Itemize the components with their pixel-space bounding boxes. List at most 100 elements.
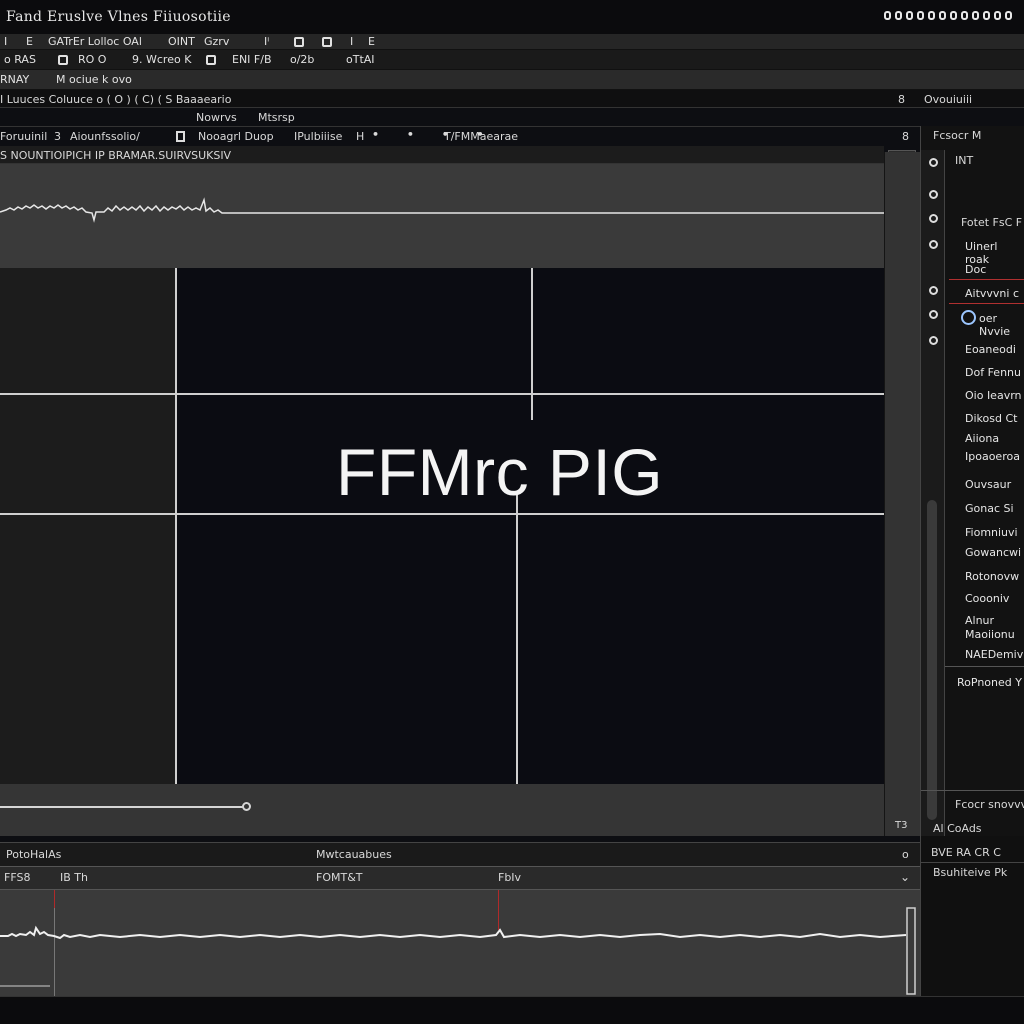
breadcrumb-label[interactable]: Ovouiuiii xyxy=(924,93,972,106)
dot-icon[interactable] xyxy=(929,336,938,345)
scrubber-handle[interactable] xyxy=(242,802,251,811)
dot-icon[interactable] xyxy=(929,286,938,295)
panel-button[interactable]: Fcocr snovvv xyxy=(955,798,1024,811)
panel-title: Fotet FsC F xyxy=(961,216,1023,229)
radio-button[interactable] xyxy=(961,310,976,325)
toolbar-item[interactable]: T/FMMaearae xyxy=(444,130,518,143)
side-header: BVE RA CR C xyxy=(931,846,1001,859)
panel-item[interactable]: Eoaneodi xyxy=(965,343,1016,356)
scrubber-track[interactable] xyxy=(0,806,246,808)
panel-item[interactable]: Oio Ieavrn xyxy=(965,389,1022,402)
menu-item[interactable]: E xyxy=(368,35,375,48)
chevron-down-icon[interactable]: ⌄ xyxy=(900,870,910,884)
toolbar-item[interactable]: Foruuinil xyxy=(0,130,47,143)
panel-icon-strip xyxy=(921,150,945,836)
menu-item[interactable]: GATrEr Lolloc OAl xyxy=(48,35,142,48)
subheader-left: Nowrvs xyxy=(196,111,237,124)
menu-item[interactable]: I xyxy=(4,35,7,48)
dot-icon[interactable] xyxy=(929,240,938,249)
toolbar-item[interactable]: Aiounfssolio/ xyxy=(70,130,140,143)
panel-tab[interactable]: INT xyxy=(955,154,973,167)
panel-item[interactable]: NAEDemiv xyxy=(965,648,1023,661)
guide-line xyxy=(0,393,884,395)
subheader-right: Mtsrsp xyxy=(258,111,295,124)
toolbar-item[interactable]: oTtAI xyxy=(346,53,375,66)
panel-item[interactable]: Gonac Si xyxy=(965,502,1014,515)
timeline-ruler[interactable]: FFS8 IB Th FOMT&T FbIv ⌄ xyxy=(0,866,920,890)
main-toolbar: Foruuinil 3 Aiounfssolio/ Nooagrl Duop I… xyxy=(0,126,920,146)
panel-header: S NOUNTIOIPICH IP BRAMAR.SUIRVSUKSIV xyxy=(0,146,884,164)
scrubber-area xyxy=(0,784,884,836)
toolbar-item[interactable]: H xyxy=(356,130,364,143)
toolbar-right[interactable]: 8 xyxy=(902,130,909,143)
viewer-shade xyxy=(0,268,176,784)
toolbar-item[interactable]: Nooagrl Duop xyxy=(198,130,274,143)
ruler-label: FFS8 xyxy=(4,871,31,884)
breadcrumb-path[interactable]: I Luuces Coluuce o ( O ) ( C) ( S Baaaea… xyxy=(0,93,231,106)
separator xyxy=(921,790,1024,791)
dot-icon[interactable] xyxy=(929,190,938,199)
panel-item[interactable]: Doc xyxy=(965,263,986,276)
timeline-menu[interactable]: o xyxy=(902,848,909,861)
panel-item[interactable]: Maoiionu xyxy=(965,628,1015,641)
toolbar-item[interactable]: 9. Wcreo K xyxy=(132,53,191,66)
square-icon[interactable] xyxy=(322,37,332,47)
separator xyxy=(949,279,1024,280)
panel-item[interactable]: Coooniv xyxy=(965,592,1009,605)
panel-item[interactable]: Gowancwi xyxy=(965,546,1021,559)
panel-scrollbar[interactable] xyxy=(927,500,937,820)
square-icon[interactable] xyxy=(176,131,185,142)
vertical-scrollbar[interactable]: T3 xyxy=(884,152,920,836)
dot-icon[interactable] xyxy=(929,214,938,223)
ruler-label: IB Th xyxy=(60,871,88,884)
menu-item[interactable]: I xyxy=(350,35,353,48)
panel-item[interactable]: Ouvsaur xyxy=(965,478,1011,491)
toolbar-item[interactable]: RNAY xyxy=(0,73,29,86)
window-controls[interactable] xyxy=(884,11,1012,20)
panel-item[interactable]: oer Nvvie xyxy=(979,312,1024,338)
toolbar-primary: o RAS RO O 9. Wcreo K ENI F/B o/2b oTtAI xyxy=(0,50,1024,70)
dot-icon[interactable] xyxy=(929,158,938,167)
guide-line xyxy=(0,513,884,515)
video-viewer[interactable]: FFMrc PIG xyxy=(0,268,884,784)
panel-item[interactable]: Aiiona xyxy=(965,432,999,445)
panel-item[interactable]: RoPnoned Y xyxy=(957,676,1022,689)
timeline-track[interactable] xyxy=(0,890,920,996)
panel-item[interactable]: Fiomniuvi xyxy=(965,526,1018,539)
toolbar-item[interactable]: ENI F/B xyxy=(232,53,272,66)
menu-bar: I E GATrEr Lolloc OAl OINT Gzrv Iⁱ I E xyxy=(0,34,1024,50)
panel-item[interactable]: Dikosd Ct xyxy=(965,412,1017,425)
toolbar-item[interactable]: 3 xyxy=(54,130,61,143)
panel-item[interactable]: Alnur xyxy=(965,614,994,627)
panel-header: Fcsocr M xyxy=(933,129,982,142)
breadcrumb: I Luuces Coluuce o ( O ) ( C) ( S Baaaea… xyxy=(0,90,1024,108)
status-bar xyxy=(0,996,1024,1024)
separator xyxy=(949,303,1024,304)
timeline-center-title: Mwtcauabues xyxy=(316,848,392,861)
panel-item[interactable]: Ipoaoeroa xyxy=(965,450,1020,463)
panel-item[interactable]: Rotonovw xyxy=(965,570,1019,583)
ruler-label: FOMT&T xyxy=(316,871,363,884)
square-icon[interactable] xyxy=(206,55,216,65)
toolbar-item[interactable]: o RAS xyxy=(4,53,36,66)
toolbar-item[interactable]: M ociue k ovo xyxy=(56,73,132,86)
panel-item[interactable]: Aitvvvni c xyxy=(965,287,1019,300)
menu-item[interactable]: OINT xyxy=(168,35,195,48)
square-icon[interactable] xyxy=(58,55,68,65)
toolbar-item[interactable]: RO O xyxy=(78,53,106,66)
timeline-header: PotoHalAs Mwtcauabues o xyxy=(0,842,920,866)
menu-item[interactable]: Iⁱ xyxy=(264,35,269,48)
panel-label: Al CoAds xyxy=(933,822,982,835)
overlay-title: FFMrc PIG xyxy=(336,435,664,509)
guide-line xyxy=(175,268,177,784)
dot-icon[interactable] xyxy=(929,310,938,319)
panel-title: S NOUNTIOIPICH IP BRAMAR.SUIRVSUKSIV xyxy=(0,149,232,162)
side-item[interactable]: Bsuhiteive Pk xyxy=(933,866,1007,879)
toolbar-item[interactable]: o/2b xyxy=(290,53,314,66)
panel-item[interactable]: Dof Fennu xyxy=(965,366,1021,379)
timeline-side-panel: BVE RA CR C Bsuhiteive Pk xyxy=(920,836,1024,996)
menu-item[interactable]: E xyxy=(26,35,33,48)
toolbar-item[interactable]: IPulbiiise xyxy=(294,130,342,143)
menu-item[interactable]: Gzrv xyxy=(204,35,229,48)
square-icon[interactable] xyxy=(294,37,304,47)
